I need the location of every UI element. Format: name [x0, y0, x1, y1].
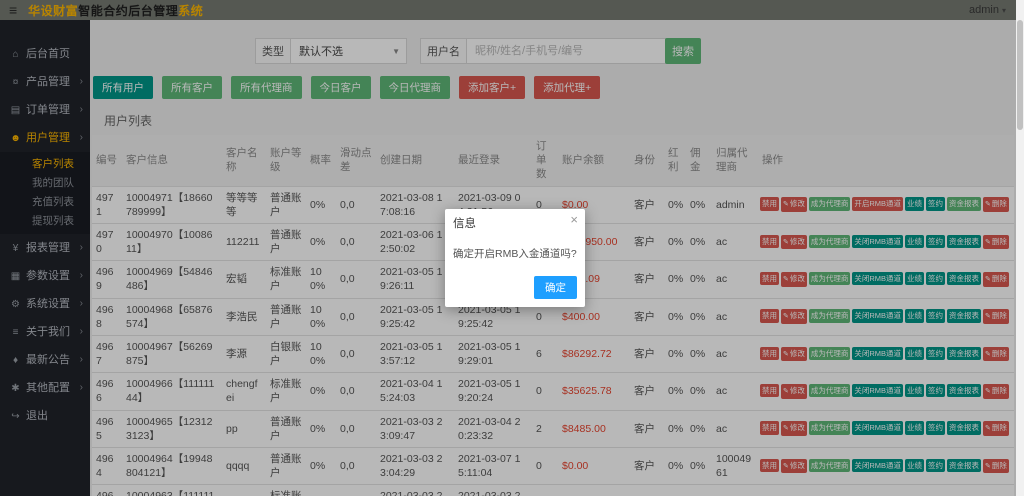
scrollbar-thumb[interactable] [1017, 20, 1023, 130]
close-icon[interactable]: × [570, 212, 578, 227]
modal-header: 信息 × [445, 209, 585, 235]
modal-footer: 确定 [445, 276, 585, 307]
confirm-button[interactable]: 确定 [534, 276, 577, 299]
modal-title: 信息 [453, 218, 476, 230]
modal-message: 确定开启RMB入金通道吗? [445, 235, 585, 276]
scrollbar[interactable] [1016, 0, 1024, 496]
confirm-modal: 信息 × 确定开启RMB入金通道吗? 确定 [445, 209, 585, 307]
